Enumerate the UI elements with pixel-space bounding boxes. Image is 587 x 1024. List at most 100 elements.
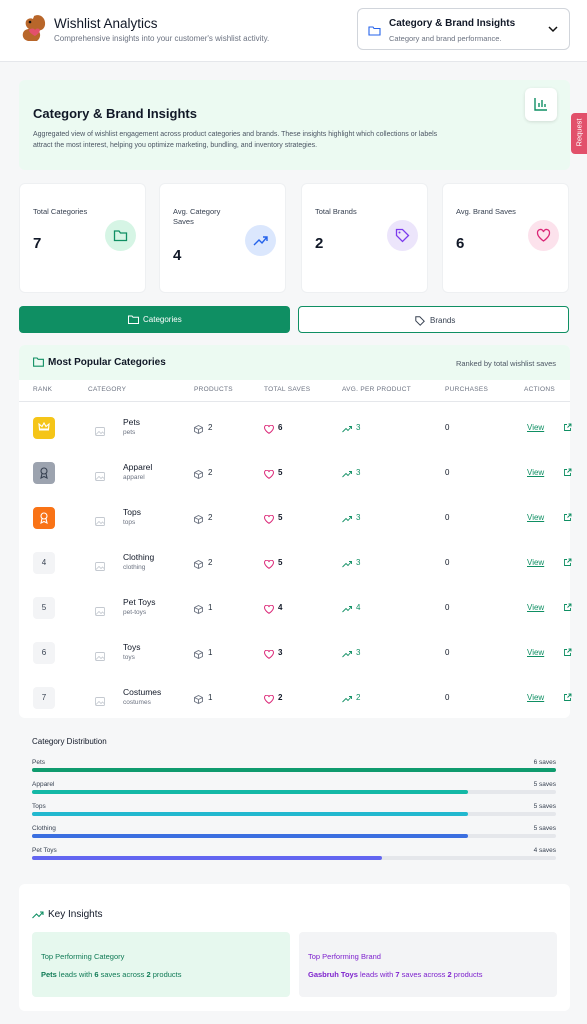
category-name: Costumes [123,687,162,697]
column-header-actions: ACTIONS [524,386,555,393]
award-icon [33,507,55,529]
column-header-products[interactable]: PRODUCTS [194,386,233,393]
top-brand-card: Top Performing Brand Gasbruh Toys leads … [299,932,557,997]
stat-card-total-categories: Total Categories 7 [19,183,146,293]
distribution-name: Pets [32,759,46,766]
distribution-title: Category Distribution [32,737,107,746]
distribution-bar-fill [32,856,382,860]
distribution-name: Apparel [32,781,55,788]
table-row: 5 Pet Toys pet-toys 1 4 4 0 View [19,595,572,640]
stat-value: 7 [33,235,42,252]
category-name: Pet Toys [123,597,156,607]
distribution-row: Pets 6 saves [32,759,556,779]
rank-badge: 6 [33,642,55,664]
table-row: Tops tops 2 5 3 0 View [19,505,572,550]
view-link[interactable]: View [527,423,572,432]
view-link[interactable]: View [527,468,572,477]
trending-up-icon [245,225,276,256]
top-brand-title: Top Performing Brand [308,952,381,961]
category-distribution: Category Distribution Pets 6 saves Apparel… [32,737,556,860]
view-link[interactable]: View [527,558,572,567]
category-slug: toys [123,654,135,661]
purchases-count: 0 [445,558,450,567]
distribution-bar-track [32,856,556,860]
stat-card-avg-brand-saves: Avg. Brand Saves 6 [442,183,569,293]
selector-title: Category & Brand Insights [389,18,516,29]
insights-hero: Category & Brand Insights Aggregated vie… [19,80,570,170]
hero-description: Aggregated view of wishlist engagement a… [33,131,438,149]
request-label: Request [574,118,584,147]
distribution-row: Pet Toys 4 saves [32,847,556,867]
category-name: Apparel [123,462,153,472]
header-divider [19,401,570,402]
table-row: Apparel apparel 2 5 3 0 View [19,460,572,505]
view-link[interactable]: View [527,603,572,612]
distribution-name: Pet Toys [32,847,57,854]
rank-badge: 5 [33,597,55,619]
chevron-down-icon [548,26,558,33]
stat-label: Total Categories [33,207,88,216]
column-header-purchases[interactable]: PURCHASES [445,386,488,393]
tab-brands[interactable]: Brands [298,306,569,333]
column-header-category[interactable]: CATEGORY [88,386,126,393]
distribution-value: 5 saves [533,803,556,810]
distribution-bar-fill [32,834,469,838]
view-link[interactable]: View [527,648,572,657]
table-row: 6 Toys toys 1 3 3 0 View [19,640,572,685]
distribution-bar-track [32,812,556,816]
bar-chart-icon [525,88,557,121]
distribution-bar-fill [32,812,469,816]
request-side-tab[interactable]: Request [571,113,587,154]
category-name: Clothing [123,552,155,562]
category-image-placeholder-icon [95,468,105,486]
tab-categories[interactable]: Categories [19,306,290,333]
tab-categories-label: Categories [143,315,182,324]
distribution-bar-fill [32,790,469,794]
distribution-value: 4 saves [533,847,556,854]
top-brand-text: Gasbruh Toys leads with 7 saves across 2… [308,970,483,979]
category-slug: pets [123,429,136,436]
view-selector-dropdown[interactable]: Category & Brand Insights Category and b… [357,8,570,50]
distribution-bar-track [32,834,556,838]
distribution-row: Apparel 5 saves [32,781,556,801]
distribution-value: 5 saves [533,825,556,832]
app-title: Wishlist Analytics [54,16,158,31]
folder-icon [368,26,381,36]
stat-value: 2 [315,235,324,252]
category-slug: clothing [123,564,146,571]
rank-badge: 4 [33,552,55,574]
purchases-count: 0 [445,423,450,432]
table-header-bar: Most Popular Categories Ranked by total … [19,345,570,380]
distribution-row: Clothing 5 saves [32,825,556,845]
folder-icon [128,315,139,324]
category-image-placeholder-icon [95,648,105,666]
trending-up-icon [32,911,44,919]
column-header-avg-per-product[interactable]: AVG. PER PRODUCT [342,386,411,393]
tag-icon [415,316,425,326]
distribution-name: Tops [32,803,46,810]
popular-categories-table: Most Popular Categories Ranked by total … [19,345,572,718]
squirrel-logo-icon [22,15,46,41]
ranked-note: Ranked by total wishlist saves [455,359,556,368]
category-slug: apparel [123,474,145,481]
app-subtitle: Comprehensive insights into your custome… [54,34,270,43]
purchases-count: 0 [445,513,450,522]
distribution-name: Clothing [32,825,56,832]
insights-title: Key Insights [48,909,103,920]
stat-value: 4 [173,247,182,264]
column-header-rank[interactable]: RANK [33,386,52,393]
medal-icon [33,462,55,484]
folder-icon [105,220,136,251]
view-link[interactable]: View [527,513,572,522]
purchases-count: 0 [445,693,450,702]
table-row: 4 Clothing clothing 2 5 3 0 View [19,550,572,595]
tag-icon [387,220,418,251]
category-slug: costumes [123,699,151,706]
category-slug: tops [123,519,136,526]
rank-badge: 7 [33,687,55,709]
table-row: Pets pets 2 6 3 0 View [19,415,572,460]
view-link[interactable]: View [527,693,572,702]
column-header-total-saves[interactable]: TOTAL SAVES [264,386,310,393]
top-category-text: Pets leads with 6 saves across 2 product… [41,970,182,979]
distribution-bar-track [32,790,556,794]
